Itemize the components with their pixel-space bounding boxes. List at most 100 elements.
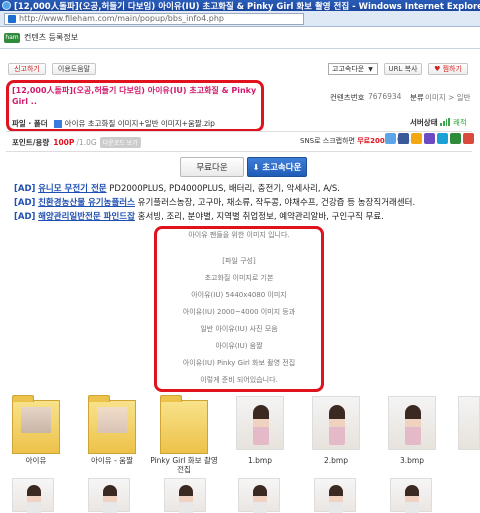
divider	[6, 131, 472, 132]
ad-desc: 홍서빙, 조리, 분야별, 지역별 취업정보, 예약관리알바, 구인구직 무료.	[137, 212, 384, 222]
photo-figure	[253, 485, 267, 513]
url-copy-button[interactable]: URL 복사	[384, 63, 422, 75]
help-button-label: 이용도움말	[57, 65, 91, 73]
photo-figure	[405, 405, 421, 445]
ad-line[interactable]: [AD] 친환경농산물 유기농플러스 유기플러스농장, 고구마, 채소류, 작두…	[14, 196, 415, 208]
category-label: 분류	[410, 93, 424, 102]
divider	[6, 151, 472, 152]
content-id-value: 7676934	[368, 92, 402, 101]
image-thumbnail[interactable]	[314, 478, 356, 513]
fast-download-label: 초고속다운	[262, 163, 302, 173]
google-icon[interactable]	[463, 133, 474, 144]
photo-figure	[329, 485, 343, 513]
image-thumbnail[interactable]	[238, 478, 280, 513]
report-button[interactable]: 신고하기	[8, 63, 46, 75]
photo-figure	[179, 485, 193, 513]
ad-name[interactable]: 유니모 무전기 전문	[38, 184, 106, 194]
category-value: 이미지 > 일반	[425, 93, 471, 102]
server-status-value: 쾌적	[453, 118, 467, 127]
file-name: 아이유 초고화질 이미지+일반 이미지+움짤.zip	[64, 119, 215, 128]
ad-desc: 유기플러스농장, 고구마, 채소류, 작두콩, 야채수프, 건강즙 등 농장직거…	[137, 198, 416, 208]
wishlist-label: ♥ 찜하기	[434, 65, 462, 73]
post-title: [12,000人돌파](오공,허들기 다보임) 아이유(IU) 초고화질 & P…	[12, 86, 257, 106]
ad-tag: [AD]	[14, 198, 36, 208]
points-label: 포인트/용량	[12, 138, 50, 147]
description-line: 일반 아이유(IU) 사진 모음	[200, 325, 278, 333]
report-button-label: 신고하기	[14, 65, 40, 73]
photo-figure	[27, 485, 41, 513]
folder-preview-image	[21, 407, 51, 433]
ad-desc: PD2000PLUS, PD4000PLUS, 배터리, 충전기, 악세사리, …	[109, 184, 341, 194]
toolbar: 신고하기 이용도움말 고고속다운 ▼ URL 복사 ♥ 찜하기	[0, 61, 480, 77]
image-thumbnail[interactable]	[458, 396, 480, 450]
ad-line[interactable]: [AD] 해양관리일반전문 파인드잡 홍서빙, 조리, 분야별, 지역별 취업정…	[14, 210, 384, 222]
free-download-label: 무료다운	[196, 163, 228, 173]
file-label: 파일 · 폴더	[12, 119, 48, 128]
url-text: http://www.fileham.com/main/popup/bbs_in…	[19, 14, 224, 23]
url-copy-label: URL 복사	[388, 65, 418, 73]
thumbnail-label: 3.bmp	[400, 456, 424, 465]
folder-thumbnail[interactable]	[88, 395, 136, 454]
download-mode-value: 고고속다운	[332, 65, 365, 73]
band-icon[interactable]	[450, 133, 461, 144]
wishlist-button[interactable]: ♥ 찜하기	[428, 63, 468, 75]
ad-tag: [AD]	[14, 212, 36, 222]
twitter-icon[interactable]	[385, 133, 396, 144]
folder-preview-image	[97, 407, 127, 433]
file-info: 파일 · 폴더 아이유 초고화질 이미지+일반 이미지+움짤.zip	[12, 118, 215, 129]
window-titlebar: [12,000人돌파](오공,허들기 다보임) 아이유(IU) 초고화질 & P…	[0, 0, 480, 11]
page-header: ham 컨텐츠 등록정보	[0, 27, 480, 49]
description-line: 아이유(IU) 5440x4080 이미지	[191, 291, 287, 299]
photo-figure	[405, 485, 419, 513]
description-line: [파일 구성]	[222, 257, 256, 265]
points-info: 포인트/용량 100P /1.0G 다운로드 보기	[12, 137, 141, 148]
description-line: 아이유(IU) Pinky Girl 화보 촬영 전집	[182, 359, 296, 367]
content-id-label: 컨텐츠번호	[330, 93, 365, 102]
description-line: 아이유(IU) 움짤	[215, 342, 263, 350]
download-mode-select[interactable]: 고고속다운 ▼	[328, 63, 378, 75]
image-thumbnail[interactable]	[312, 396, 360, 450]
chevron-down-icon: ▼	[368, 65, 373, 73]
description-line: 아이유 팬들을 위한 이미지 입니다.	[188, 231, 290, 239]
photo-figure	[253, 405, 269, 445]
folder-thumbnail[interactable]	[12, 395, 60, 454]
cyworld-icon[interactable]	[437, 133, 448, 144]
image-thumbnail[interactable]	[388, 396, 436, 450]
image-thumbnail[interactable]	[164, 478, 206, 513]
server-status-label: 서버상태	[410, 118, 438, 127]
file-size: /1.0G	[76, 138, 97, 147]
folder-thumbnail[interactable]	[160, 395, 208, 454]
thumbnail-label: 2.bmp	[324, 456, 348, 465]
photo-figure	[329, 405, 345, 445]
image-thumbnail[interactable]	[12, 478, 54, 513]
site-logo: ham	[4, 32, 20, 43]
free-download-button[interactable]: 무료다운	[180, 157, 244, 177]
page-title: 컨텐츠 등록정보	[24, 33, 79, 42]
zip-file-icon	[53, 119, 62, 128]
signal-strength-icon	[440, 118, 450, 126]
points-badge[interactable]: 다운로드 보기	[99, 137, 141, 148]
internet-explorer-icon	[2, 1, 11, 10]
ad-name[interactable]: 해양관리일반전문 파인드잡	[38, 212, 135, 222]
sns-text: SNS로 스크랩하면	[300, 137, 355, 145]
image-thumbnail[interactable]	[390, 478, 432, 513]
thumbnail-label: 1.bmp	[248, 456, 272, 465]
fast-download-button[interactable]: ⬇ 초고속다운	[247, 157, 307, 177]
thumbnail-label: 아이유	[25, 456, 47, 465]
description-line: 아이유(IU) 2000~4000 이미지 등과	[182, 308, 296, 316]
yozm-icon[interactable]	[424, 133, 435, 144]
url-field[interactable]: http://www.fileham.com/main/popup/bbs_in…	[4, 12, 304, 25]
facebook-icon[interactable]	[398, 133, 409, 144]
photo-figure	[103, 485, 117, 513]
image-thumbnail[interactable]	[88, 478, 130, 513]
me2day-icon[interactable]	[411, 133, 422, 144]
points-value: 100P	[53, 138, 75, 147]
image-thumbnail[interactable]	[236, 396, 284, 450]
description-line: 초고화질 이미지로 기본	[204, 274, 274, 282]
ad-line[interactable]: [AD] 유니모 무전기 전문 PD2000PLUS, PD4000PLUS, …	[14, 182, 340, 194]
download-arrow-icon: ⬇	[252, 162, 260, 172]
thumbnail-label: 아이유 - 움짤	[91, 456, 133, 465]
description-line: 이렇게 준비 되어있습니다.	[200, 376, 278, 384]
help-button[interactable]: 이용도움말	[52, 63, 96, 75]
ad-name[interactable]: 친환경농산물 유기농플러스	[38, 198, 135, 208]
